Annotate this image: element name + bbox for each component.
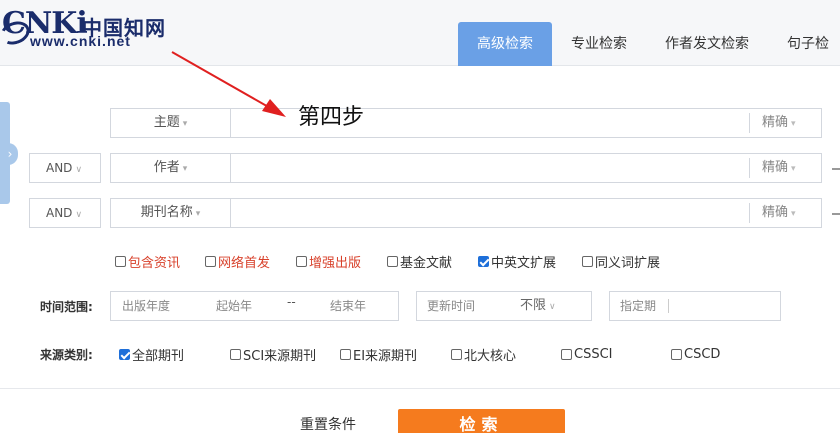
update-time-label: 更新时间 [427, 299, 476, 313]
update-time-range: 更新时间 不限 ∨ [416, 291, 592, 321]
source-cscd[interactable]: CSCD [671, 344, 720, 364]
source-pku-core[interactable]: 北大核心 [451, 344, 516, 364]
reset-conditions-button[interactable]: 重置条件 [300, 414, 356, 433]
checkbox-icon[interactable] [296, 255, 307, 267]
source-label: CSCD [684, 346, 721, 362]
option-label: 增强出版 [309, 255, 362, 271]
update-time-value: 不限 [520, 298, 547, 313]
annotation-text: 第四步 [298, 105, 365, 130]
publication-year-label: 出版年度 [122, 299, 171, 313]
source-category-label: 来源类别: [40, 348, 93, 362]
option-fund-literature[interactable]: 基金文献 [387, 251, 452, 271]
source-label: 全部期刊 [132, 348, 185, 364]
checkbox-icon[interactable] [561, 348, 572, 360]
option-synonym-expansion[interactable]: 同义词扩展 [582, 251, 660, 271]
checkbox-checked-icon[interactable] [478, 255, 489, 267]
source-all-journals[interactable]: 全部期刊 [119, 344, 184, 364]
option-label: 中英文扩展 [491, 255, 557, 271]
checkbox-icon[interactable] [451, 348, 462, 360]
specified-period-label: 指定期 [620, 299, 657, 313]
checkbox-checked-icon[interactable] [119, 348, 130, 360]
source-label: SCI来源期刊 [243, 348, 317, 364]
publication-year-range: 出版年度 起始年 -- 结束年 [110, 291, 399, 321]
end-year-input[interactable]: 结束年 [330, 292, 366, 320]
option-include-news[interactable]: 包含资讯 [115, 251, 180, 271]
option-cn-en-expansion[interactable]: 中英文扩展 [478, 251, 556, 271]
option-label: 包含资讯 [128, 255, 181, 271]
option-online-first[interactable]: 网络首发 [205, 251, 270, 271]
source-cssci[interactable]: CSSCI [561, 344, 613, 364]
divider [668, 299, 669, 313]
page: CNKi 中国知网 www.cnki.net 高级检索 专业检索 作者发文检索 … [0, 0, 840, 433]
source-ei[interactable]: EI来源期刊 [340, 344, 417, 364]
source-label: CSSCI [574, 346, 613, 362]
section-divider [0, 388, 840, 389]
option-label: 基金文献 [400, 255, 453, 271]
update-time-select[interactable]: 不限 ∨ [520, 292, 556, 321]
checkbox-icon[interactable] [671, 348, 682, 360]
option-label: 同义词扩展 [595, 255, 661, 271]
checkbox-icon[interactable] [205, 255, 216, 267]
source-sci[interactable]: SCI来源期刊 [230, 344, 316, 364]
checkbox-icon[interactable] [115, 255, 126, 267]
checkbox-icon[interactable] [387, 255, 398, 267]
caret-down-icon: ∨ [549, 302, 556, 312]
option-label: 网络首发 [218, 255, 271, 271]
search-button[interactable]: 检索 [398, 409, 565, 433]
time-range-label: 时间范围: [40, 300, 93, 314]
checkbox-icon[interactable] [582, 255, 593, 267]
source-label: EI来源期刊 [353, 348, 418, 364]
annotation-arrow-icon [171, 51, 286, 117]
range-separator: -- [287, 295, 296, 309]
option-enhanced-publication[interactable]: 增强出版 [296, 251, 361, 271]
source-label: 北大核心 [464, 348, 517, 364]
start-year-input[interactable]: 起始年 [216, 292, 252, 320]
checkbox-icon[interactable] [230, 348, 241, 360]
checkbox-icon[interactable] [340, 348, 351, 360]
specified-period-box[interactable]: 指定期 [609, 291, 781, 321]
